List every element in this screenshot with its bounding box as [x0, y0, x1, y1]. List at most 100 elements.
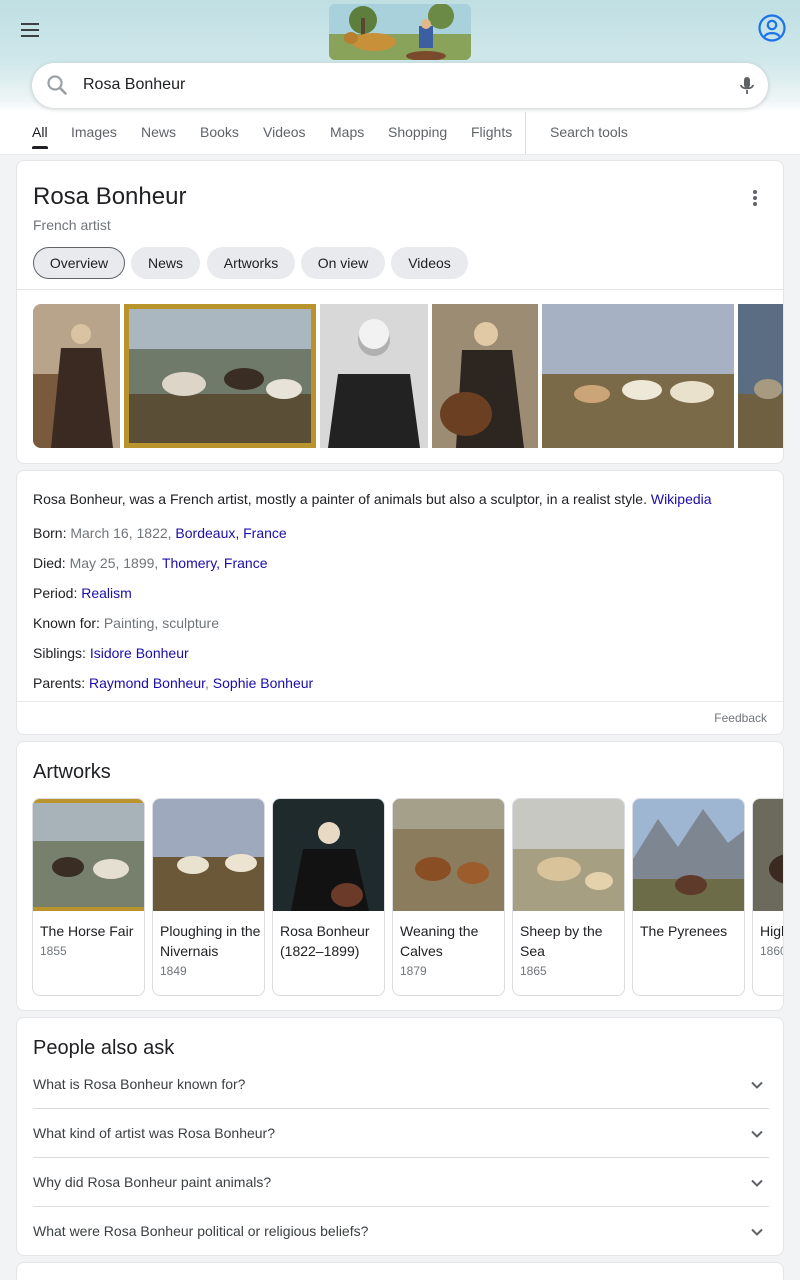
fact-link[interactable]: Realism: [81, 585, 132, 601]
chevron-down-icon[interactable]: [749, 1077, 765, 1093]
artwork-card[interactable]: Ploughing in the Nivernais 1849: [152, 798, 265, 996]
image-thumbnail[interactable]: [33, 304, 120, 448]
question-item[interactable]: What kind of artist was Rosa Bonheur?: [33, 1109, 769, 1158]
chip-artworks[interactable]: Artworks: [207, 247, 295, 279]
artwork-name: Rosa Bonheur (1822–1899): [280, 923, 370, 959]
artwork-name: Ploughing in the Nivernais: [160, 923, 261, 959]
tab-images[interactable]: Images: [71, 124, 117, 140]
questions-list: What is Rosa Bonheur known for? What kin…: [17, 1060, 783, 1255]
tab-flights[interactable]: Flights: [471, 124, 512, 140]
fact-known-for: Known for: Painting, sculpture: [33, 615, 219, 631]
search-tools-button[interactable]: Search tools: [550, 124, 628, 140]
fact-value: March 16, 1822,: [70, 525, 176, 541]
artwork-card[interactable]: Rosa Bonheur (1822–1899): [272, 798, 385, 996]
artwork-card[interactable]: Weaning the Calves 1879: [392, 798, 505, 996]
fact-label: Known for:: [33, 615, 100, 631]
chip-overview[interactable]: Overview: [33, 247, 125, 279]
artwork-card[interactable]: Highland Cattle 1860: [752, 798, 783, 996]
artworks-title: Artworks: [33, 761, 111, 783]
tab-shopping[interactable]: Shopping: [388, 124, 447, 140]
search-input[interactable]: Rosa Bonheur: [83, 76, 185, 94]
feedback-link[interactable]: Feedback: [714, 711, 767, 725]
artwork-year: 1860: [760, 944, 783, 958]
question-item[interactable]: Why did Rosa Bonheur paint animals?: [33, 1158, 769, 1207]
fact-value: May 25, 1899,: [69, 555, 162, 571]
image-strip-card: [16, 289, 784, 464]
google-doodle-logo[interactable]: [329, 4, 471, 60]
fact-link[interactable]: Isidore Bonheur: [90, 645, 189, 661]
question-item[interactable]: What were Rosa Bonheur political or reli…: [33, 1207, 769, 1255]
tab-books[interactable]: Books: [200, 124, 239, 140]
account-icon[interactable]: [757, 13, 787, 43]
image-thumbnail[interactable]: [542, 304, 734, 448]
fact-link[interactable]: Thomery, France: [162, 555, 268, 571]
more-vert-icon[interactable]: [749, 187, 761, 211]
fact-link[interactable]: Sophie Bonheur: [213, 675, 313, 691]
artwork-card[interactable]: Sheep by the Sea 1865: [512, 798, 625, 996]
fact-separator: ,: [205, 675, 213, 691]
header: Rosa Bonheur All Images News Books Video…: [0, 0, 800, 155]
chip-news[interactable]: News: [131, 247, 200, 279]
artworks-card: Artworks The Horse Fair 1855 Ploughing i…: [16, 741, 784, 1011]
artwork-year: 1879: [400, 964, 427, 978]
artwork-name: Weaning the Calves: [400, 923, 479, 959]
chip-on-view[interactable]: On view: [301, 247, 385, 279]
fact-label: Parents:: [33, 675, 86, 691]
chip-videos[interactable]: Videos: [391, 247, 468, 279]
mic-icon[interactable]: [735, 74, 759, 98]
artworks-carousel: The Horse Fair 1855 Ploughing in the Niv…: [32, 798, 783, 998]
fact-label: Died:: [33, 555, 66, 571]
fact-label: Period:: [33, 585, 78, 601]
image-thumbnail[interactable]: [432, 304, 538, 448]
artwork-year: 1865: [520, 964, 547, 978]
image-thumbnail[interactable]: [124, 304, 316, 448]
tab-maps[interactable]: Maps: [330, 124, 364, 140]
about-card: Rosa Bonheur, was a French artist, mostl…: [16, 470, 784, 735]
search-box[interactable]: Rosa Bonheur: [32, 63, 768, 108]
chevron-down-icon[interactable]: [749, 1126, 765, 1142]
question-text: What kind of artist was Rosa Bonheur?: [33, 1125, 276, 1141]
chevron-down-icon[interactable]: [749, 1175, 765, 1191]
chevron-down-icon[interactable]: [749, 1224, 765, 1240]
artwork-year: 1849: [160, 964, 187, 978]
artwork-name: The Pyrenees: [640, 923, 728, 939]
entity-description: Rosa Bonheur, was a French artist, mostl…: [33, 489, 753, 509]
image-thumbnail[interactable]: [320, 304, 428, 448]
search-tabs: All Images News Books Videos Maps Shoppi…: [0, 112, 800, 155]
search-icon[interactable]: [46, 74, 68, 96]
people-also-ask-title: People also ask: [33, 1037, 175, 1059]
fact-link[interactable]: Raymond Bonheur: [89, 675, 205, 691]
next-result-card: [16, 1262, 784, 1280]
entity-title: Rosa Bonheur: [33, 183, 187, 210]
question-item[interactable]: What is Rosa Bonheur known for?: [33, 1060, 769, 1109]
artwork-name: The Horse Fair: [40, 923, 134, 939]
tab-news[interactable]: News: [141, 124, 176, 140]
image-thumbnail[interactable]: [738, 304, 783, 448]
tab-videos[interactable]: Videos: [263, 124, 306, 140]
fact-siblings: Siblings: Isidore Bonheur: [33, 645, 189, 661]
artwork-card[interactable]: The Horse Fair 1855: [32, 798, 145, 996]
active-tab-indicator: [32, 146, 48, 149]
image-strip: [33, 304, 783, 448]
menu-icon[interactable]: [18, 18, 42, 42]
fact-period: Period: Realism: [33, 585, 132, 601]
fact-died: Died: May 25, 1899, Thomery, France: [33, 555, 268, 571]
tab-divider: [525, 112, 526, 155]
entity-subtitle: French artist: [33, 217, 111, 233]
artwork-card[interactable]: The Pyrenees: [632, 798, 745, 996]
question-text: What is Rosa Bonheur known for?: [33, 1076, 246, 1092]
fact-value: Painting, sculpture: [103, 615, 220, 631]
wikipedia-link[interactable]: Wikipedia: [651, 491, 712, 507]
fact-parents: Parents: Raymond Bonheur, Sophie Bonheur: [33, 675, 313, 691]
header-divider: [0, 154, 800, 155]
question-text: Why did Rosa Bonheur paint animals?: [33, 1174, 272, 1190]
fact-born: Born: March 16, 1822, Bordeaux, France: [33, 525, 287, 541]
artwork-name: Highland Cattle: [760, 923, 783, 939]
people-also-ask-card: People also ask What is Rosa Bonheur kno…: [16, 1017, 784, 1256]
fact-link[interactable]: Bordeaux, France: [175, 525, 286, 541]
entity-header-card: Rosa Bonheur French artist Overview News…: [16, 160, 784, 290]
artwork-year: 1855: [40, 944, 67, 958]
question-text: What were Rosa Bonheur political or reli…: [33, 1223, 369, 1239]
tab-all[interactable]: All: [32, 124, 48, 140]
feedback-divider: [17, 701, 783, 702]
